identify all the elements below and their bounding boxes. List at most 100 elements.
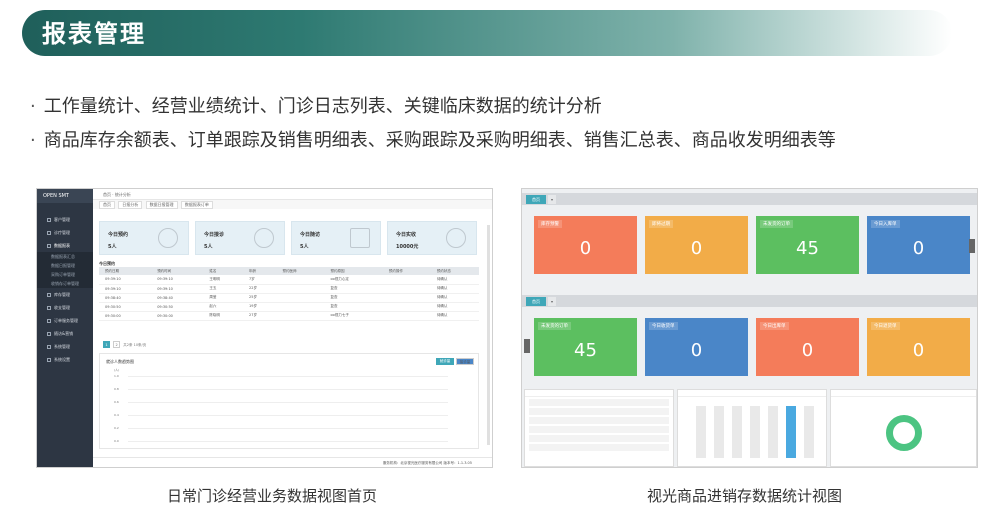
bar	[732, 406, 742, 458]
scroll-right-arrow[interactable]	[969, 239, 975, 253]
column-header: 预约状态	[430, 267, 479, 275]
table-cell: 赵六	[203, 302, 243, 312]
table-cell: 09:39:10	[151, 275, 204, 285]
page-button[interactable]: 2	[113, 341, 121, 348]
tab[interactable]: 日报分析	[118, 201, 143, 209]
visits-button[interactable]: 就诊量	[436, 358, 454, 365]
table-cell	[382, 293, 431, 303]
yuan-icon	[446, 228, 466, 248]
tile-title: 今日出库单	[760, 322, 789, 330]
stat-tile[interactable]: 库存预警 0	[534, 216, 637, 274]
table-row: 09:39:10 09:39:10 王明明 7岁 oo视力心定 待确认	[99, 275, 479, 285]
pager-info: 共2条 10条/页	[123, 343, 147, 347]
bar	[768, 406, 778, 458]
header-banner	[22, 10, 952, 56]
stat-tile[interactable]: 今日出库单 0	[756, 318, 859, 376]
sidebar-item[interactable]: 库存管理	[37, 288, 93, 301]
sidebar-item-active[interactable]: 数据报表	[37, 239, 93, 252]
tab[interactable]: 首页	[99, 201, 115, 209]
sidebar-item[interactable]: 收支管理	[37, 301, 93, 314]
table-cell: 09:30:00	[99, 311, 152, 321]
tile-title: 即将过期	[649, 220, 673, 228]
table-cell	[276, 311, 325, 321]
column-header: 预约操作	[382, 267, 431, 275]
donut-chart	[886, 415, 922, 451]
tab[interactable]: 数据日报管理	[145, 201, 178, 209]
y-tick-label: 0.6	[114, 400, 119, 404]
panel-header	[831, 390, 976, 397]
sidebar-item[interactable]: 诊疗管理	[37, 226, 93, 239]
table-cell	[382, 284, 431, 294]
footer: 服务机构：北京视光医疗服务有限公司 版本号：1.1.3.05	[93, 457, 492, 467]
menu-icon	[47, 319, 51, 323]
sidebar-item[interactable]: 系统管理	[37, 340, 93, 353]
sidebar-item[interactable]: 随访&营销	[37, 327, 93, 340]
tile-value: 0	[801, 340, 814, 361]
bar	[804, 406, 814, 458]
sidebar-subitem[interactable]: 数据日报管理	[37, 261, 93, 270]
menu-icon	[47, 306, 51, 310]
table-row: 09:30:00 09:30:00 陈晓明 27岁 oo视力七子 待确认	[99, 311, 479, 321]
appointment-table: 预约日期 预约时间 姓名 年龄 预约医师 预约原因 预约操作 预约状态 09:39:10 09:…	[99, 267, 479, 321]
bar	[696, 406, 706, 458]
grid-line	[128, 376, 448, 377]
table-cell: 09:30:00	[151, 311, 204, 321]
sidebar-item[interactable]: 订单服务管理	[37, 314, 93, 327]
sidebar-subitem[interactable]: 收销存订单管理	[37, 279, 93, 288]
table-cell: 王五	[203, 284, 243, 294]
list-item	[529, 444, 669, 451]
page-button[interactable]: 1	[103, 341, 110, 348]
column-header: 姓名	[203, 267, 243, 275]
y-tick-label: 0.2	[114, 426, 119, 430]
y-unit: (人)	[114, 368, 120, 372]
tile-value: 45	[574, 340, 597, 361]
table-cell: 待确认	[430, 311, 479, 321]
tile-value: 0	[912, 340, 925, 361]
table-cell: 复查	[324, 302, 383, 312]
stat-tile[interactable]: 未发货的订单 45	[534, 318, 637, 376]
stat-tile[interactable]: 今日入库单 0	[867, 216, 970, 274]
topbar: 首页 · 统计分析	[93, 189, 492, 200]
chevron-down-icon[interactable]: ▾	[548, 195, 556, 204]
table-row: 09:39:10 09:39:10 王五 22岁 复查 待确认	[99, 284, 479, 294]
list-item	[529, 417, 669, 424]
stat-tile[interactable]: 即将过期 0	[645, 216, 748, 274]
sidebar-item[interactable]: 客户管理	[37, 213, 93, 226]
column-header: 预约原因	[324, 267, 383, 275]
chevron-down-icon[interactable]: ▾	[548, 297, 556, 306]
menu-icon	[47, 293, 51, 297]
stat-tile[interactable]: 今日退货单 0	[867, 318, 970, 376]
sidebar-item[interactable]: 系统设置	[37, 353, 93, 366]
sidebar: OPEN SMT 客户管理 诊疗管理 数据报表 数据报表汇总 数据日报管理 采购…	[37, 189, 93, 467]
chart-title: 就诊人数趋势图	[106, 359, 134, 364]
table-cell: 待确认	[430, 284, 479, 294]
scrollbar[interactable]	[487, 225, 490, 445]
tab[interactable]: 数据报表订单	[180, 201, 213, 209]
table-cell: 陈晓明	[203, 311, 243, 321]
tab-home[interactable]: 首页	[526, 195, 546, 204]
clock-icon	[158, 228, 178, 248]
table-cell	[382, 302, 431, 312]
stat-card: 今日接诊 5人	[195, 221, 285, 255]
receptions-button[interactable]: 接诊量	[456, 358, 474, 365]
panel-header	[678, 390, 826, 397]
card-icon	[350, 228, 370, 248]
y-tick-label: 0.0	[114, 439, 119, 443]
stat-tile[interactable]: 未发货的订单 45	[756, 216, 859, 274]
table-cell: 27岁	[242, 311, 277, 321]
table-cell: 09:30:50	[151, 302, 204, 312]
tile-title: 今日退货单	[871, 322, 900, 330]
tab-bar: 首页 ▾	[522, 193, 977, 205]
grid-line	[128, 415, 448, 416]
column-header: 预约日期	[99, 267, 152, 275]
stat-tile[interactable]: 今日收货单 0	[645, 318, 748, 376]
user-icon	[254, 228, 274, 248]
sidebar-subitem[interactable]: 数据报表汇总	[37, 252, 93, 261]
tab-home[interactable]: 首页	[526, 297, 546, 306]
table-cell: 09:38:40	[99, 293, 152, 303]
scroll-left-arrow[interactable]	[524, 339, 530, 353]
y-tick-label: 0.8	[114, 387, 119, 391]
table-cell	[276, 293, 325, 303]
sidebar-subitem[interactable]: 采购订单管理	[37, 270, 93, 279]
list-item	[529, 435, 669, 442]
